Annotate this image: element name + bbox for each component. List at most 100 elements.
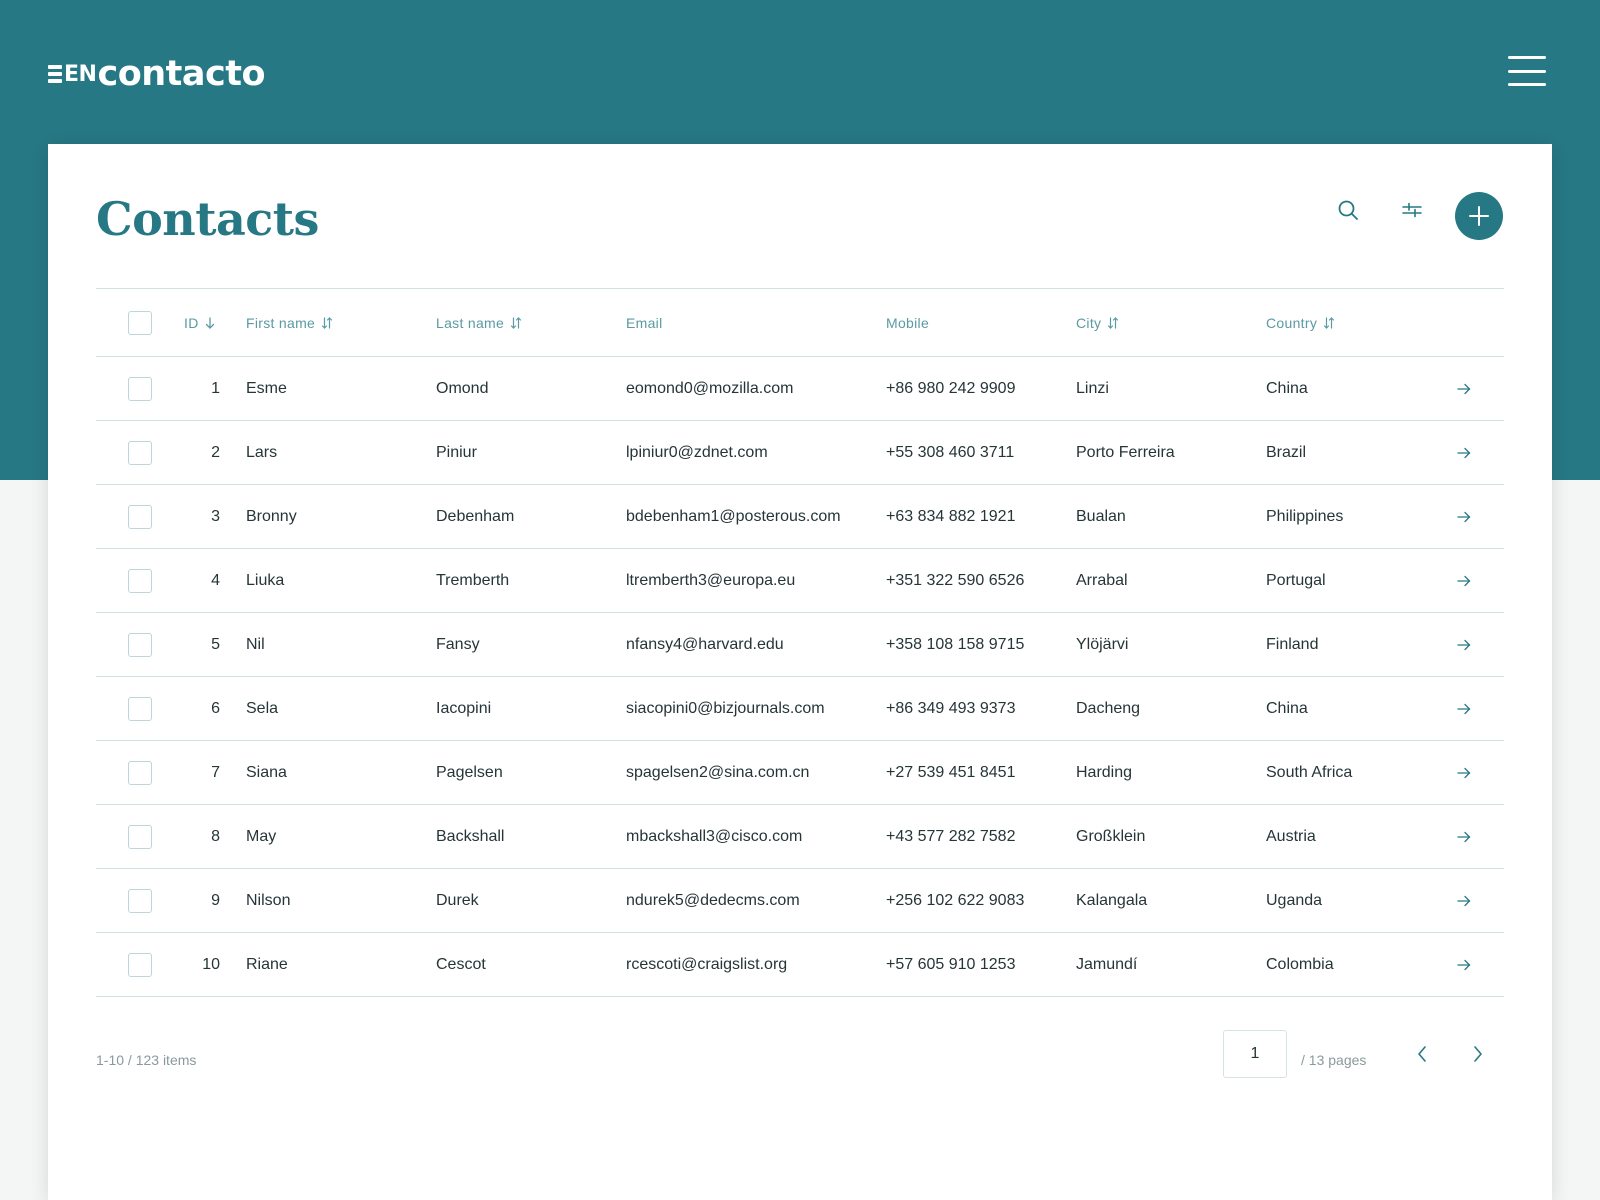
open-contact-button[interactable] [1452,677,1476,740]
cell-last-name: Tremberth [436,571,510,589]
cell-email: eomond0@mozilla.com [626,379,794,397]
arrow-right-icon [1457,383,1471,394]
row-checkbox[interactable] [128,888,152,913]
cell-country: Austria [1266,827,1316,845]
cell-first-name: Lars [246,443,278,461]
sort-icon[interactable] [321,316,333,329]
cell-city: Harding [1076,763,1133,781]
row-select-cell [128,613,152,676]
open-contact-button[interactable] [1452,357,1476,420]
open-contact-button[interactable] [1452,549,1476,612]
select-all-cell [128,289,152,356]
open-contact-button[interactable] [1452,933,1476,996]
row-checkbox[interactable] [128,952,152,977]
logo-prefix: EN [64,61,97,87]
cell-first-name: Liuka [246,571,285,589]
cell-city: Linzi [1076,379,1109,397]
cell-id: 10 [202,955,220,973]
table-row: 6 Sela Iacopini siacopini0@bizjournals.c… [96,677,1504,741]
table-row: 5 Nil Fansy nfansy4@harvard.edu +358 108… [96,613,1504,677]
sort-icon[interactable] [1107,316,1119,329]
arrow-right-icon [1457,703,1471,714]
row-checkbox[interactable] [128,504,152,529]
next-page-button[interactable] [1464,1040,1492,1068]
row-select-cell [128,549,152,612]
arrow-right-icon [1457,767,1471,778]
cell-id: 2 [211,443,220,461]
row-select-cell [128,421,152,484]
cell-email: siacopini0@bizjournals.com [626,699,825,717]
page-title: Contacts [96,192,319,246]
cell-mobile: +86 349 493 9373 [886,699,1016,717]
cell-country: China [1266,699,1308,717]
col-header-mobile-label: Mobile [886,314,930,331]
col-header-first-name[interactable]: First name [246,289,333,356]
brand-logo[interactable]: EN contacto [48,52,266,96]
table-row: 1 Esme Omond eomond0@mozilla.com +86 980… [96,357,1504,421]
open-contact-button[interactable] [1452,869,1476,932]
plus-icon [1469,206,1489,226]
col-header-city[interactable]: City [1076,289,1119,356]
col-header-country[interactable]: Country [1266,289,1335,356]
cell-mobile: +256 102 622 9083 [886,891,1025,909]
row-select-cell [128,485,152,548]
col-header-first-name-label: First name [246,314,316,331]
row-checkbox[interactable] [128,632,152,657]
add-contact-button[interactable] [1455,192,1503,240]
open-contact-button[interactable] [1452,485,1476,548]
col-header-country-label: Country [1266,314,1318,331]
row-select-cell [128,677,152,740]
row-checkbox[interactable] [128,376,152,401]
open-contact-button[interactable] [1452,805,1476,868]
cell-last-name: Durek [436,891,479,909]
table-row: 2 Lars Piniur lpiniur0@zdnet.com +55 308… [96,421,1504,485]
cell-country: Finland [1266,635,1319,653]
cell-mobile: +63 834 882 1921 [886,507,1016,525]
sort-desc-icon[interactable] [205,316,215,329]
contacts-card: Contacts ID First name Last name Email M… [48,144,1552,1200]
cell-id: 1 [211,379,220,397]
logo-mark: EN [48,61,97,87]
col-header-id-label: ID [184,314,199,331]
row-select-cell [128,805,152,868]
col-header-last-name[interactable]: Last name [436,289,522,356]
table-header-row: ID First name Last name Email Mobile Cit… [96,289,1504,357]
arrow-right-icon [1457,511,1471,522]
row-checkbox[interactable] [128,440,152,465]
cell-first-name: Siana [246,763,287,781]
cell-id: 9 [211,891,220,909]
filter-button[interactable] [1392,190,1432,230]
row-checkbox[interactable] [128,760,152,785]
open-contact-button[interactable] [1452,421,1476,484]
page-number-input[interactable] [1223,1030,1287,1078]
search-icon [1338,200,1358,220]
open-contact-button[interactable] [1452,613,1476,676]
table-row: 7 Siana Pagelsen spagelsen2@sina.com.cn … [96,741,1504,805]
cell-email: rcescoti@craigslist.org [626,955,788,973]
arrow-right-icon [1457,639,1471,650]
cell-last-name: Iacopini [436,699,492,717]
previous-page-button[interactable] [1408,1040,1436,1068]
col-header-id[interactable]: ID [184,289,224,356]
cell-first-name: Nilson [246,891,291,909]
row-checkbox[interactable] [128,568,152,593]
items-summary: 1-10 / 123 items [96,1052,197,1068]
sort-icon[interactable] [510,316,522,329]
table-row: 9 Nilson Durek ndurek5@dedecms.com +256 … [96,869,1504,933]
cell-id: 7 [211,763,220,781]
cell-first-name: Riane [246,955,288,973]
cell-first-name: May [246,827,277,845]
arrow-right-icon [1457,447,1471,458]
open-contact-button[interactable] [1452,741,1476,804]
cell-email: spagelsen2@sina.com.cn [626,763,810,781]
search-button[interactable] [1328,190,1368,230]
cell-id: 5 [211,635,220,653]
cell-mobile: +27 539 451 8451 [886,763,1016,781]
select-all-checkbox[interactable] [128,310,152,335]
hamburger-menu-icon[interactable] [1508,56,1546,86]
row-checkbox[interactable] [128,696,152,721]
sort-icon[interactable] [1323,316,1335,329]
arrow-right-icon [1457,575,1471,586]
col-header-email-label: Email [626,314,663,331]
row-checkbox[interactable] [128,824,152,849]
